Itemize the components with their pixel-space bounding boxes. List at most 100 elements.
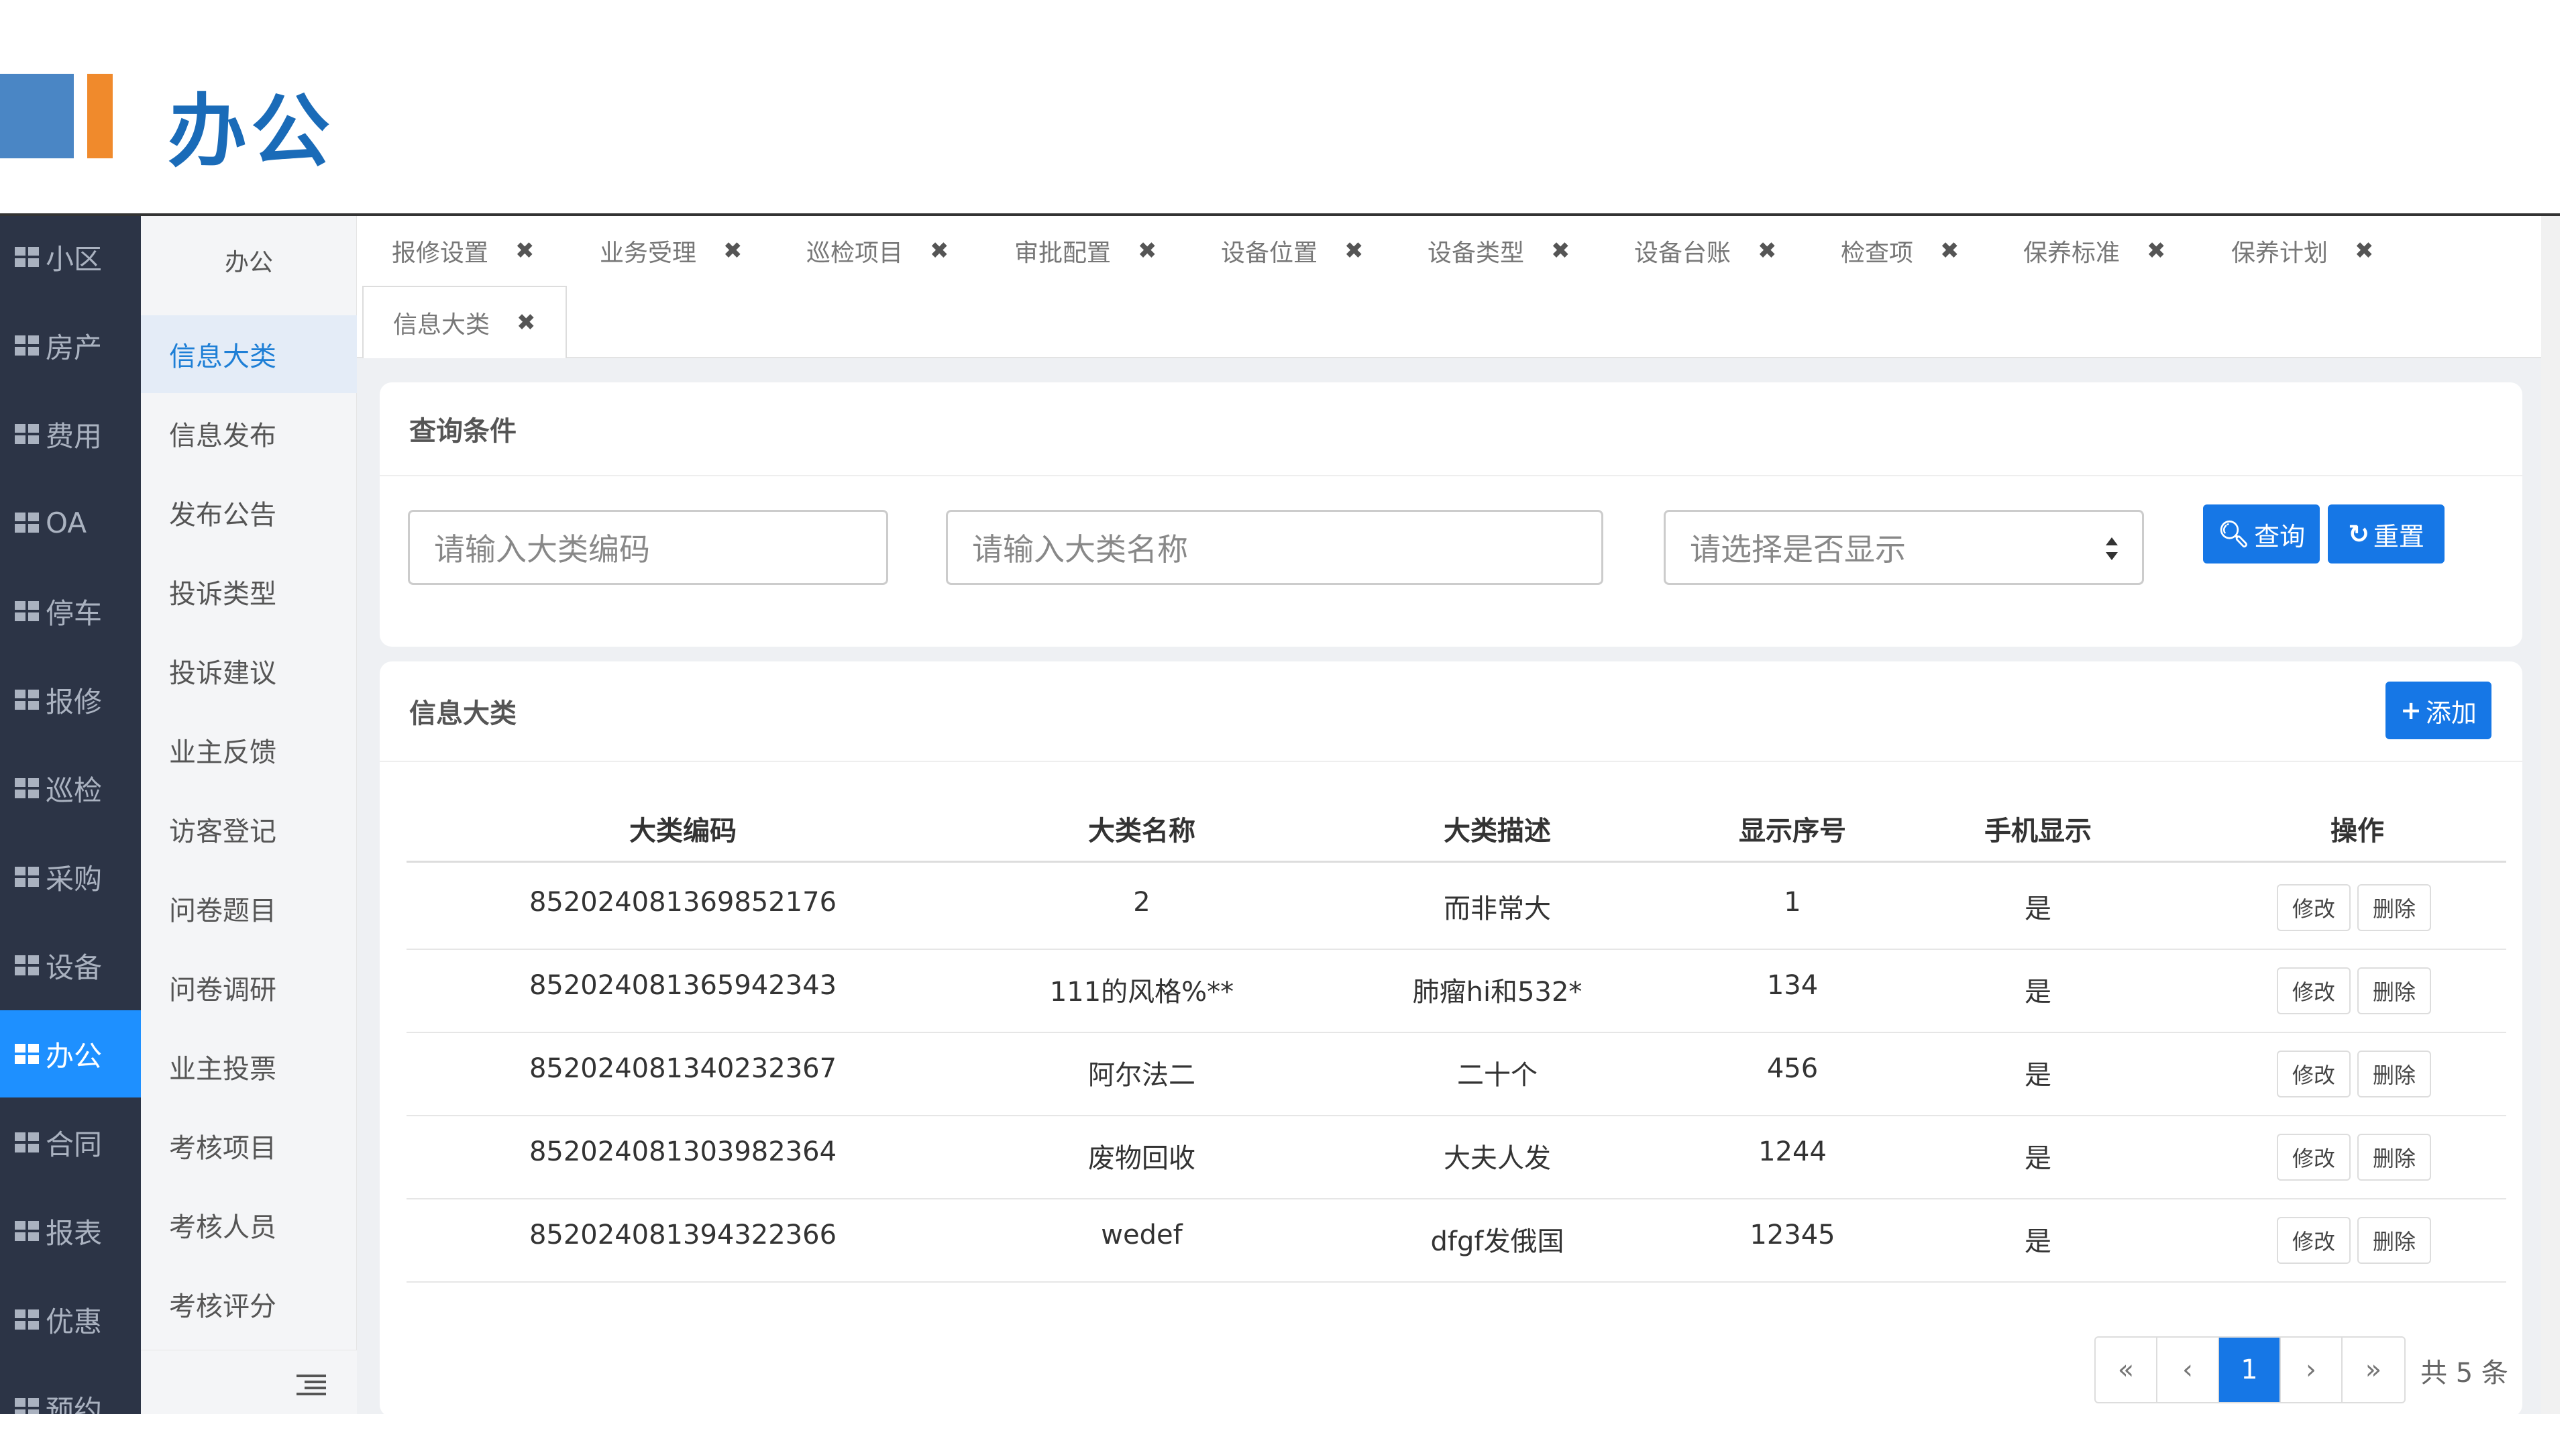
search-button-label: 查询 [2254, 521, 2306, 551]
edit-button[interactable]: 修改 [2277, 1051, 2351, 1097]
tab[interactable]: 信息大类 ✖ [362, 286, 567, 358]
tab[interactable]: 业务受理 ✖ [600, 216, 743, 286]
tab-label: 保养标准 [2023, 239, 2121, 267]
table-cell: 是 [2025, 1060, 2051, 1091]
close-icon[interactable]: ✖ [723, 237, 743, 264]
close-icon[interactable]: ✖ [930, 237, 949, 264]
submenu-item[interactable]: 问卷题目 [141, 869, 357, 947]
nav-item-parking[interactable]: 停车 [0, 568, 141, 655]
nav-item-report[interactable]: 报表 [0, 1187, 141, 1275]
table-cell: 是 [2025, 1226, 2051, 1257]
submenu-item[interactable]: 业主投票 [141, 1028, 357, 1106]
submenu-item[interactable]: 投诉建议 [141, 632, 357, 710]
tab[interactable]: 设备类型 ✖ [1428, 216, 1570, 286]
name-input[interactable]: 请输入大类名称 [946, 510, 1603, 585]
total-count: 共 5 条 [2420, 1358, 2508, 1389]
close-icon[interactable]: ✖ [1940, 237, 1960, 264]
tab[interactable]: 检查项 ✖ [1841, 216, 1960, 286]
tab-label: 检查项 [1841, 239, 1914, 267]
table-row: 852024081394322366 wedef dfgf发俄国 12345 是修改 删除 [407, 1199, 2506, 1283]
scrollbar[interactable] [2541, 216, 2560, 1414]
delete-button[interactable]: 删除 [2357, 967, 2431, 1014]
grid-icon [15, 1309, 39, 1330]
tab[interactable]: 巡检项目 ✖ [806, 216, 949, 286]
close-icon[interactable]: ✖ [1344, 237, 1364, 264]
close-icon[interactable]: ✖ [1138, 237, 1157, 264]
main-content: 报修设置 ✖ 业务受理 ✖ 巡检项目 ✖ 审批配置 ✖ 设备位置 ✖ 设备类型 ✖ 设备台账 ✖ 检查项 ✖ 保… [357, 216, 2560, 1414]
submenu-item[interactable]: 信息大类 [141, 315, 357, 393]
nav-item-oa[interactable]: OA [0, 479, 141, 566]
submenu-item[interactable]: 投诉类型 [141, 553, 357, 631]
close-icon[interactable]: ✖ [2355, 237, 2374, 264]
delete-button[interactable]: 删除 [2357, 1051, 2431, 1097]
collapse-menu-icon[interactable] [297, 1375, 326, 1395]
tab[interactable]: 报修设置 ✖ [392, 216, 535, 286]
close-icon[interactable]: ✖ [2147, 237, 2166, 264]
nav-item-label: 设备 [46, 951, 103, 984]
tab[interactable]: 审批配置 ✖ [1014, 216, 1157, 286]
nav-item-device[interactable]: 设备 [0, 922, 141, 1009]
close-icon[interactable]: ✖ [517, 309, 536, 336]
tab[interactable]: 设备台账 ✖ [1634, 216, 1777, 286]
add-button[interactable]: + 添加 [2385, 682, 2491, 739]
decor-orange-bar [87, 74, 113, 158]
close-icon[interactable]: ✖ [515, 237, 535, 264]
nav-item-patrol[interactable]: 巡检 [0, 745, 141, 832]
table-cell: 2 [1133, 887, 1150, 918]
close-icon[interactable]: ✖ [1551, 237, 1570, 264]
submenu-item[interactable]: 考核项目 [141, 1107, 357, 1185]
submenu-item[interactable]: 问卷调研 [141, 949, 357, 1026]
tab[interactable]: 设备位置 ✖ [1221, 216, 1364, 286]
nav-item-label: 采购 [46, 862, 103, 896]
page-1-button[interactable]: 1 [2219, 1338, 2281, 1402]
table-cell: 是 [2025, 1143, 2051, 1174]
table-row: 852024081369852176 2 而非常大 1 是修改 删除 [407, 867, 2506, 950]
last-page-button[interactable]: » [2343, 1338, 2404, 1402]
add-button-label: 添加 [2425, 698, 2477, 728]
slide-header: 办公 [0, 0, 2576, 215]
delete-button[interactable]: 删除 [2357, 884, 2431, 931]
nav-item-contract[interactable]: 合同 [0, 1099, 141, 1186]
main-nav: 小区房产费用 OA 停车 报修 巡检采购设备办公 合同 报表 优惠 预约 [0, 216, 141, 1414]
nav-item-community[interactable]: 小区 [0, 216, 141, 301]
tab-label: 设备台账 [1634, 239, 1731, 267]
display-select[interactable]: 请选择是否显示 [1664, 510, 2144, 585]
nav-item-fee[interactable]: 费用 [0, 390, 141, 478]
edit-button[interactable]: 修改 [2277, 884, 2351, 931]
submenu-item[interactable]: 考核评分 [141, 1265, 357, 1343]
nav-item-label: 房产 [46, 331, 103, 364]
tab[interactable]: 保养计划 ✖ [2231, 216, 2374, 286]
delete-button[interactable]: 删除 [2357, 1134, 2431, 1181]
submenu-item[interactable]: 访客登记 [141, 790, 357, 868]
search-button[interactable]: 🔍︎ 查询 [2203, 504, 2320, 564]
table-header: 大类编码 大类名称 大类描述 显示序号 手机显示 操作 [407, 789, 2506, 863]
edit-button[interactable]: 修改 [2277, 1217, 2351, 1264]
tab[interactable]: 保养标准 ✖ [2023, 216, 2166, 286]
next-page-button[interactable]: › [2281, 1338, 2343, 1402]
nav-item-discount[interactable]: 优惠 [0, 1276, 141, 1363]
submenu-item[interactable]: 考核人员 [141, 1186, 357, 1264]
nav-item-purchase[interactable]: 采购 [0, 833, 141, 920]
submenu-item[interactable]: 信息发布 [141, 394, 357, 472]
column-header: 大类编码 [629, 816, 737, 847]
slide-title: 办公 [168, 85, 335, 178]
nav-item-repair[interactable]: 报修 [0, 656, 141, 743]
edit-button[interactable]: 修改 [2277, 1134, 2351, 1181]
nav-item-booking[interactable]: 预约 [0, 1364, 141, 1414]
prev-page-button[interactable]: ‹ [2157, 1338, 2219, 1402]
nav-item-office[interactable]: 办公 [0, 1010, 141, 1097]
edit-button[interactable]: 修改 [2277, 967, 2351, 1014]
code-input[interactable]: 请输入大类编码 [408, 510, 888, 585]
query-card: 查询条件 请输入大类编码 请输入大类名称 请选择是否显示 🔍︎ 查询 ↻ 重置 [380, 382, 2522, 647]
nav-item-property[interactable]: 房产 [0, 302, 141, 389]
first-page-button[interactable]: « [2096, 1338, 2157, 1402]
reset-button-label: 重置 [2373, 521, 2424, 551]
tab-label: 报修设置 [392, 239, 489, 267]
tab-label: 业务受理 [600, 239, 697, 267]
table-cell: 是 [2025, 977, 2051, 1008]
submenu-item[interactable]: 业主反馈 [141, 711, 357, 789]
close-icon[interactable]: ✖ [1758, 237, 1777, 264]
reset-button[interactable]: ↻ 重置 [2328, 504, 2445, 564]
submenu-item[interactable]: 发布公告 [141, 474, 357, 551]
delete-button[interactable]: 删除 [2357, 1217, 2431, 1264]
